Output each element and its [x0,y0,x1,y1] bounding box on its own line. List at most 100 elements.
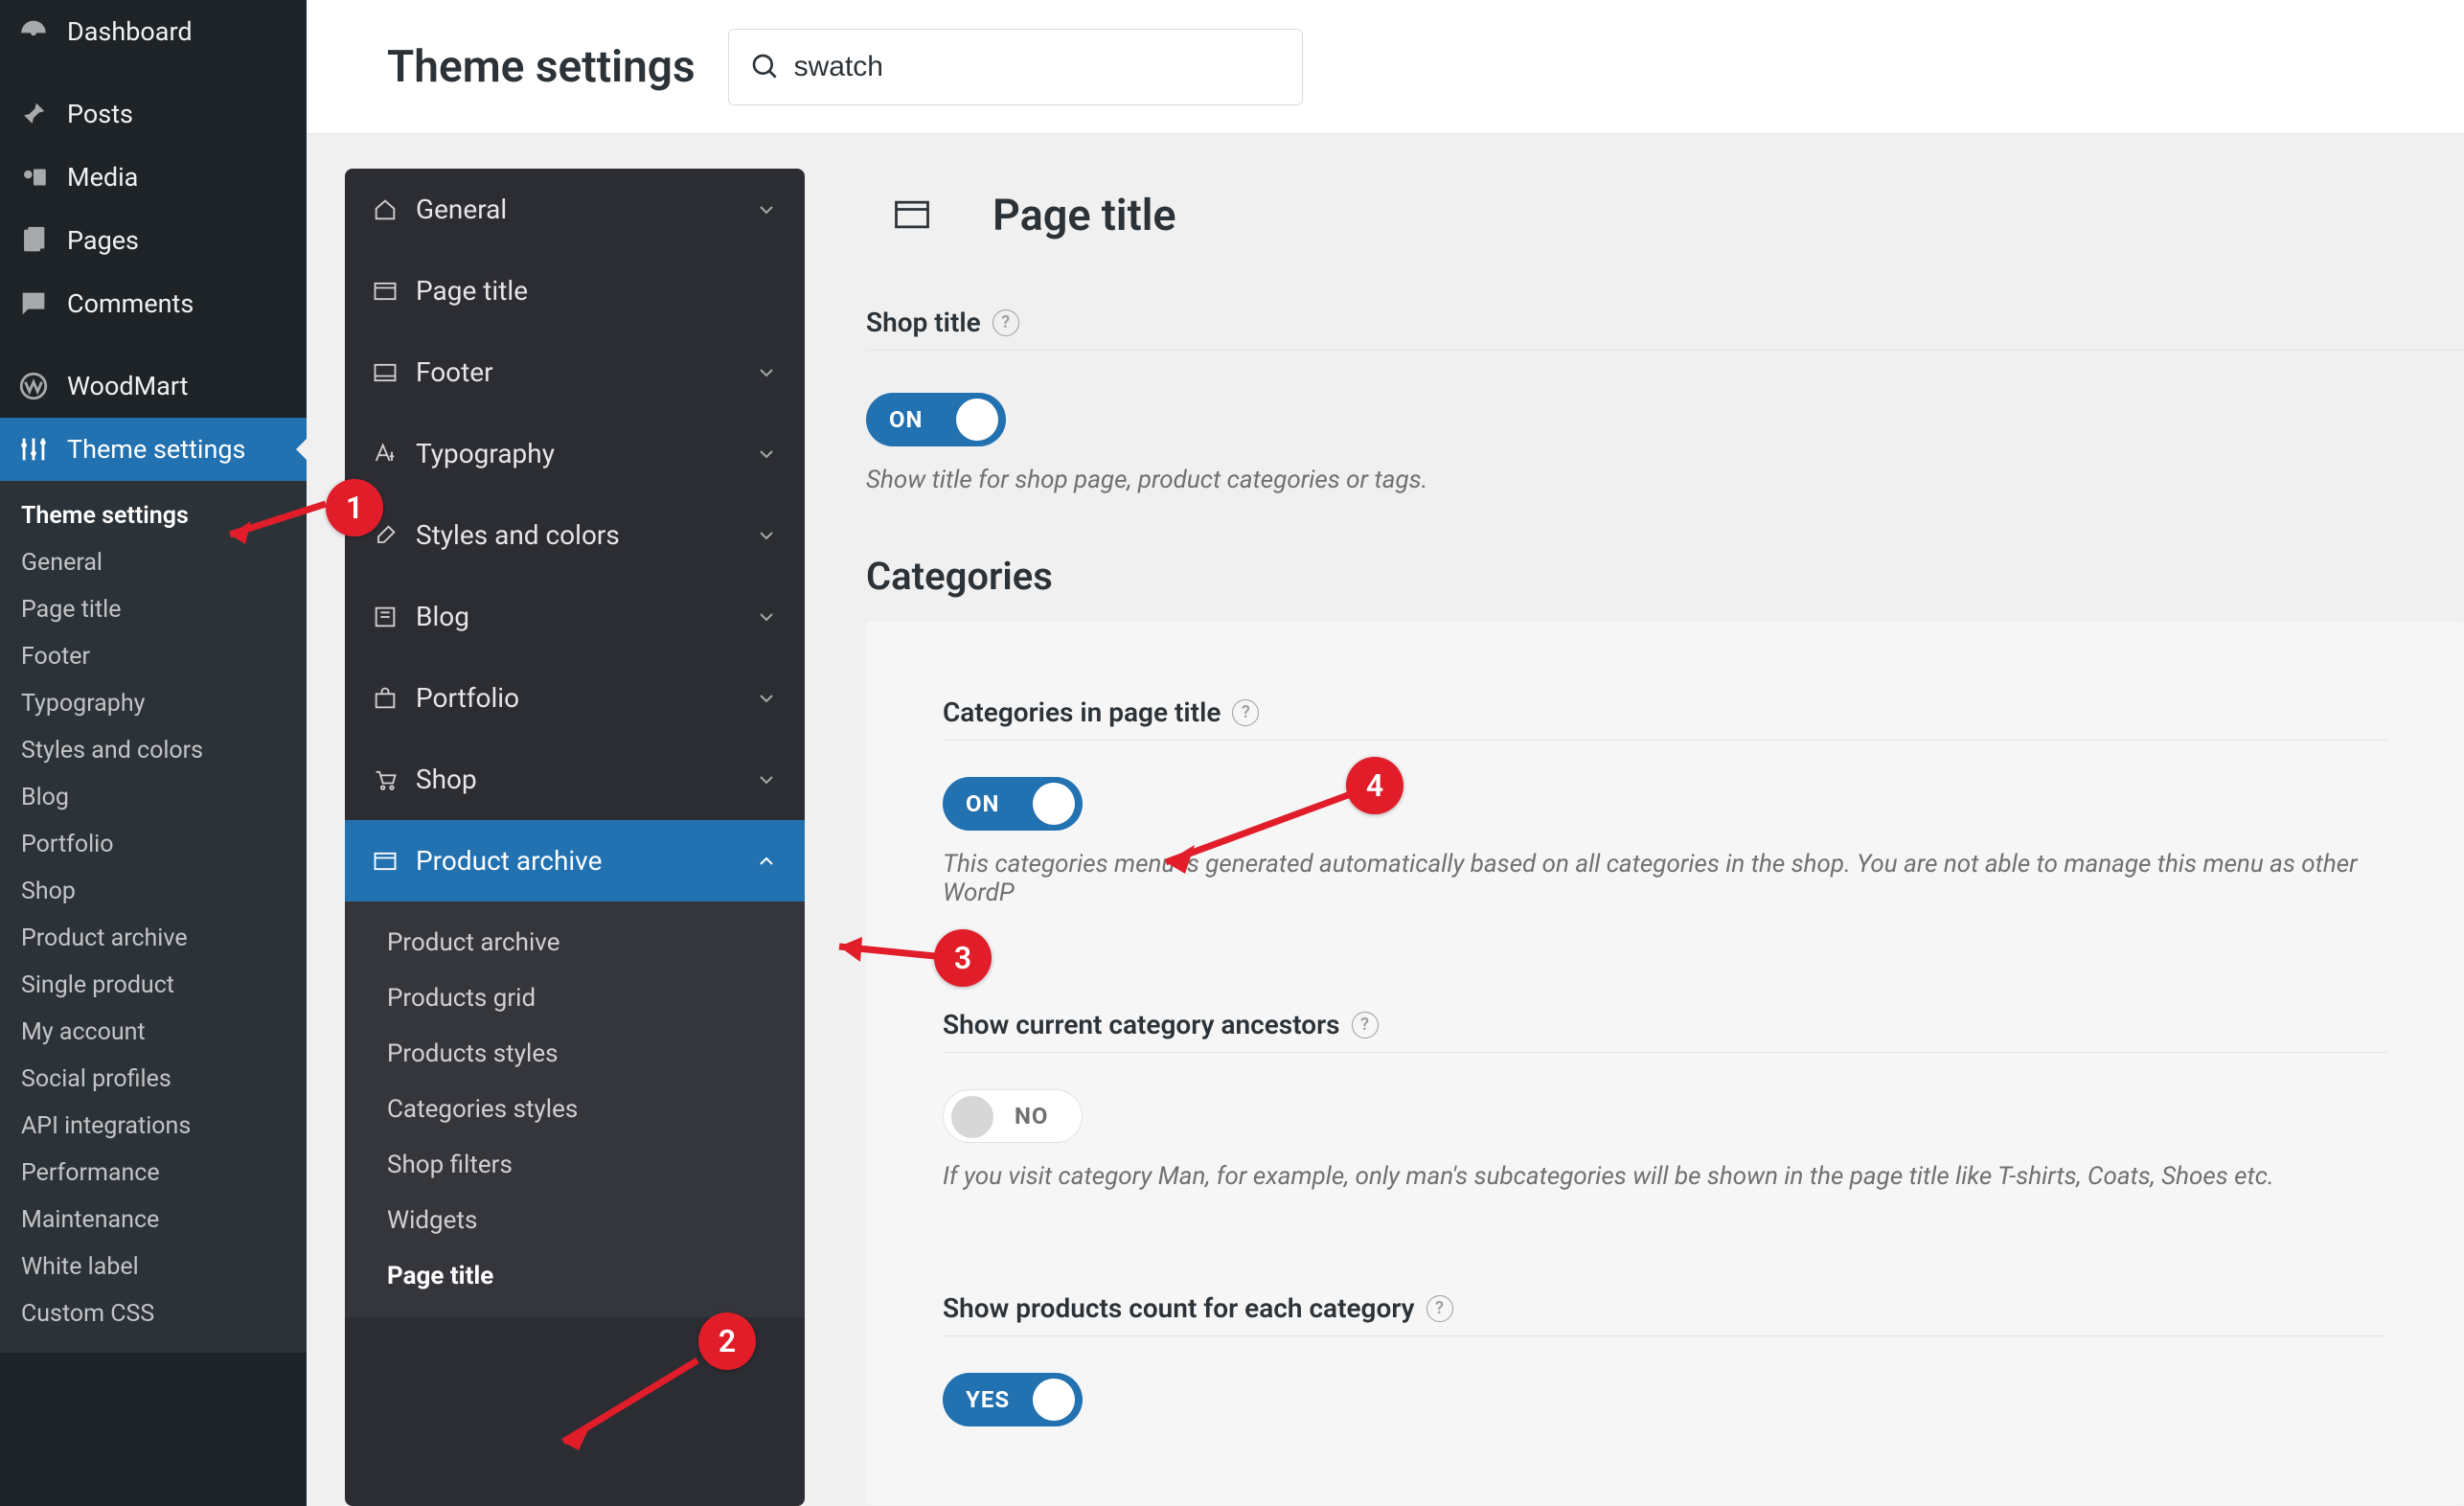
typography-icon [372,441,399,468]
bag-icon [372,685,399,712]
toggle-knob [1033,1379,1075,1421]
help-icon[interactable]: ? [1232,699,1259,726]
ts-sub-widgets[interactable]: Widgets [345,1193,805,1248]
topbar: Theme settings [307,0,2464,134]
help-icon[interactable]: ? [992,309,1019,336]
submenu-item-styles[interactable]: Styles and colors [0,727,307,774]
ts-item-product-archive[interactable]: Product archive [345,820,805,901]
sidebar-item-label: Pages [67,225,139,256]
settings-pane: Page title Shop title ? ON S [805,169,2464,1506]
ts-item-label: Typography [416,438,555,469]
toggle-show-ancestors[interactable]: NO [943,1089,1083,1143]
ts-item-label: Blog [416,601,469,632]
ts-item-shop[interactable]: Shop [345,739,805,820]
wp-admin-submenu: Theme settings General Page title Footer… [0,481,307,1353]
ts-sub-categories-styles[interactable]: Categories styles [345,1082,805,1137]
field-show-ancestors: Show current category ancestors ? NO If … [943,992,2387,1212]
ts-item-label: Page title [416,275,528,307]
pages-icon [17,224,50,257]
media-icon [17,161,50,194]
submenu-item-footer[interactable]: Footer [0,633,307,680]
chevron-down-icon [755,443,778,466]
dashboard-icon [17,15,50,48]
ts-item-label: Footer [416,356,493,388]
sidebar-item-media[interactable]: Media [0,146,307,209]
ts-item-label: Styles and colors [416,519,620,551]
toggle-categories-in-page-title[interactable]: ON [943,777,1083,831]
submenu-item-custom-css[interactable]: Custom CSS [0,1290,307,1337]
chevron-up-icon [755,850,778,873]
field-shop-title: Shop title ? ON Show title for shop page… [866,289,2464,515]
ts-sub-shop-filters[interactable]: Shop filters [345,1137,805,1193]
submenu-item-single-product[interactable]: Single product [0,962,307,1009]
submenu-item-page-title[interactable]: Page title [0,586,307,633]
submenu-item-maintenance[interactable]: Maintenance [0,1197,307,1244]
footer-icon [372,359,399,386]
submenu-item-performance[interactable]: Performance [0,1150,307,1197]
ts-item-styles[interactable]: Styles and colors [345,494,805,576]
sliders-icon [17,433,50,466]
pin-icon [17,98,50,130]
toggle-products-count[interactable]: YES [943,1373,1083,1426]
submenu-item-general[interactable]: General [0,539,307,586]
submenu-item-api[interactable]: API integrations [0,1103,307,1150]
blog-icon [372,604,399,630]
archive-icon [372,848,399,875]
sidebar-item-label: Comments [67,288,194,319]
sidebar-item-posts[interactable]: Posts [0,82,307,146]
chevron-down-icon [755,524,778,547]
submenu-item-shop[interactable]: Shop [0,868,307,915]
ts-sub-page-title[interactable]: Page title [345,1248,805,1304]
field-description: This categories menu is generated automa… [943,850,2387,907]
ts-item-footer[interactable]: Footer [345,331,805,413]
submenu-item-blog[interactable]: Blog [0,774,307,821]
chevron-down-icon [755,687,778,710]
submenu-item-product-archive[interactable]: Product archive [0,915,307,962]
search-input[interactable] [794,51,1302,83]
ts-item-label: Portfolio [416,682,519,714]
ts-item-label: Shop [416,764,477,795]
submenu-item-typography[interactable]: Typography [0,680,307,727]
cart-icon [372,766,399,793]
pane-title: Page title [992,190,1176,240]
toggle-knob [951,1096,993,1138]
ts-item-typography[interactable]: Typography [345,413,805,494]
sidebar-item-pages[interactable]: Pages [0,209,307,272]
sidebar-item-woodmart[interactable]: WoodMart [0,354,307,418]
home-icon [372,196,399,223]
pane-header-icon-wrap [866,169,958,261]
ts-sub-product-archive[interactable]: Product archive [345,915,805,970]
ts-item-general[interactable]: General [345,169,805,250]
submenu-item-social[interactable]: Social profiles [0,1056,307,1103]
sidebar-item-label: WoodMart [67,371,188,401]
ts-submenu-product-archive: Product archive Products grid Products s… [345,901,805,1317]
submenu-item-my-account[interactable]: My account [0,1009,307,1056]
ts-sub-products-styles[interactable]: Products styles [345,1026,805,1082]
field-label: Shop title [866,307,981,338]
sidebar-item-label: Theme settings [67,434,245,465]
woodmart-icon [17,370,50,402]
toggle-knob [1033,783,1075,825]
ts-sub-products-grid[interactable]: Products grid [345,970,805,1026]
wp-admin-sidebar: Dashboard Posts Media Pages Comments Woo… [0,0,307,1506]
sidebar-item-dashboard[interactable]: Dashboard [0,0,307,63]
submenu-item-portfolio[interactable]: Portfolio [0,821,307,868]
ts-item-blog[interactable]: Blog [345,576,805,657]
field-label: Show current category ancestors [943,1009,1340,1040]
help-icon[interactable]: ? [1426,1295,1453,1322]
sidebar-item-theme-settings[interactable]: Theme settings [0,418,307,481]
sidebar-item-comments[interactable]: Comments [0,272,307,335]
chevron-down-icon [755,768,778,791]
submenu-item-white-label[interactable]: White label [0,1244,307,1290]
ts-item-page-title[interactable]: Page title [345,250,805,331]
main-area: Theme settings General Page title Footer [307,0,2464,1506]
chevron-down-icon [755,361,778,384]
help-icon[interactable]: ? [1352,1012,1379,1038]
ts-item-portfolio[interactable]: Portfolio [345,657,805,739]
ts-item-label: General [416,194,507,225]
toggle-label: ON [966,790,999,817]
submenu-item-theme-settings[interactable]: Theme settings [0,492,307,539]
field-categories-in-page-title: Categories in page title ? ON This categ… [943,679,2387,928]
toggle-shop-title[interactable]: ON [866,393,1006,446]
field-description: If you visit category Man, for example, … [943,1162,2387,1191]
